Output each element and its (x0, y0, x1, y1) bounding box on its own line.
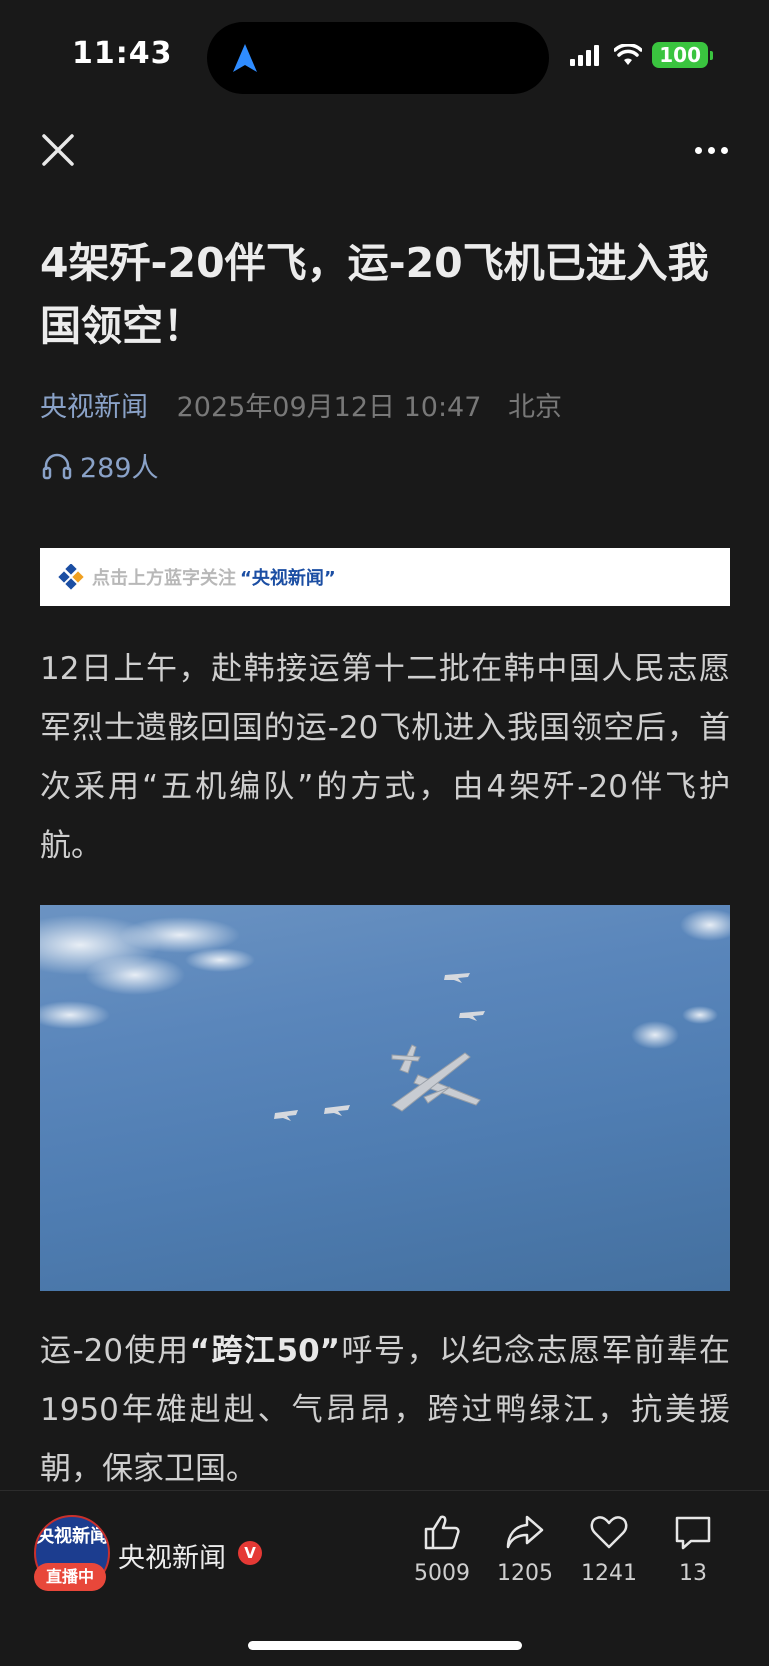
battery-indicator: 100 (652, 42, 708, 68)
favorite-button[interactable]: 1241 (569, 1513, 649, 1586)
channel-name[interactable]: 央视新闻 (118, 1536, 226, 1575)
more-icon[interactable] (695, 140, 735, 160)
article-meta: 央视新闻 2025年09月12日 10:47 北京 (40, 385, 562, 424)
verified-badge: V (238, 1541, 262, 1565)
aircraft-formation-image (40, 909, 730, 1121)
home-indicator[interactable] (248, 1641, 522, 1650)
live-badge[interactable]: 直播中 (34, 1563, 106, 1591)
cctv-logo-icon (58, 564, 84, 590)
favorite-icon (590, 1516, 628, 1549)
share-count: 1205 (497, 1561, 553, 1586)
follow-brand: “央视新闻” (240, 568, 336, 589)
avatar-logo-text: 央视新闻 (36, 1526, 108, 1547)
comment-button[interactable]: 13 (653, 1513, 733, 1586)
follow-prompt: 点击上方蓝字关注 (92, 568, 236, 589)
article-source[interactable]: 央视新闻 (40, 392, 148, 423)
share-button[interactable]: 1205 (485, 1513, 565, 1586)
close-icon[interactable] (38, 130, 78, 170)
dynamic-island (207, 22, 549, 94)
navigation-arrow-icon (233, 44, 257, 72)
article-paragraph-1: 12日上午，赴韩接运第十二批在韩中国人民志愿军烈士遗骸回国的运-20飞机进入我国… (40, 651, 730, 864)
article-location: 北京 (508, 392, 563, 423)
listen-count-text: 289人 (80, 453, 159, 484)
wifi-icon (614, 44, 643, 65)
like-count: 5009 (414, 1561, 470, 1586)
top-navigation (0, 120, 769, 180)
bottom-action-bar: 央视新闻 直播中 央视新闻 V 5009 1205 1241 13 (0, 1490, 769, 1666)
status-bar: 11:43 100 (0, 0, 769, 110)
battery-tip (710, 50, 713, 60)
listen-count[interactable]: 289人 (42, 446, 159, 485)
comment-count: 13 (679, 1561, 707, 1586)
article-photo[interactable] (40, 905, 730, 1291)
share-icon (506, 1515, 544, 1549)
comment-icon (675, 1516, 711, 1550)
headphones-icon (42, 453, 72, 479)
signal-icon (570, 45, 600, 66)
article-title: 4架歼-20伴飞，运-20飞机已进入我国领空！ (40, 239, 709, 350)
article-paragraph-2: 运-20使用“跨江50”呼号，以纪念志愿军前辈在1950年雄赳赳、气昂昂，跨过鸭… (40, 1322, 730, 1499)
system-icons: 100 (570, 42, 713, 68)
status-time: 11:43 (72, 36, 173, 71)
like-icon (424, 1515, 460, 1550)
favorite-count: 1241 (581, 1561, 637, 1586)
paragraph-2-text-start: 运-20使用 (40, 1333, 190, 1369)
article-datetime: 2025年09月12日 10:47 (176, 392, 482, 423)
like-button[interactable]: 5009 (402, 1513, 482, 1586)
paragraph-2-callsign: “跨江50” (189, 1333, 341, 1369)
follow-banner[interactable]: 点击上方蓝字关注 “央视新闻” (40, 548, 730, 606)
